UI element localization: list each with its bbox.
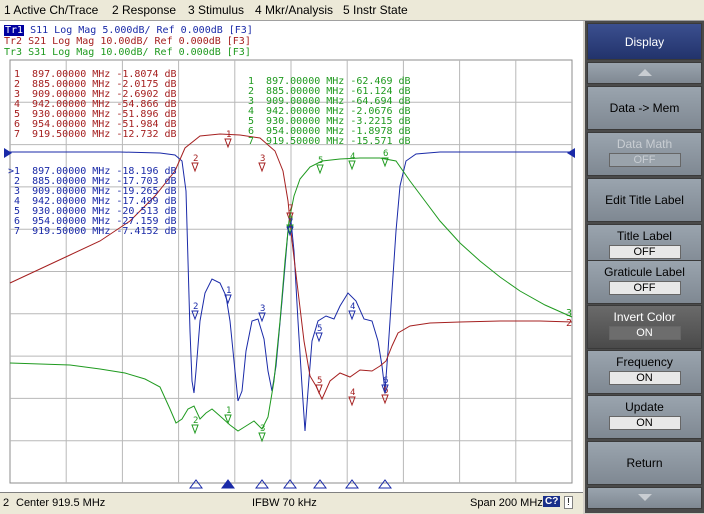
trace-marker-number: 6 [383, 149, 388, 159]
data-to-mem-button[interactable]: Data -> Mem [587, 86, 702, 130]
calibration-badge: C? [543, 496, 561, 507]
trace-marker-number: 2 [193, 154, 198, 164]
marker-table-tr1: >1 897.00000 MHz -18.196 dB 2 885.00000 … [8, 167, 177, 237]
trace-marker-number: 2 [193, 302, 198, 312]
menu-active-ch-trace[interactable]: 1 Active Ch/Trace [4, 3, 98, 17]
menu-response[interactable]: 2 Response [112, 3, 176, 17]
menu-bar: 1 Active Ch/Trace 2 Response 3 Stimulus … [0, 0, 704, 21]
marker-table-tr3: 1 897.00000 MHz -62.469 dB 2 885.00000 MH… [248, 77, 411, 147]
trace-marker-number: 4 [350, 388, 355, 398]
menu-mkr-analysis[interactable]: 4 Mkr/Analysis [255, 3, 333, 17]
return-button[interactable]: Return [587, 441, 702, 485]
update-toggle[interactable]: Update ON [587, 395, 702, 439]
softkey-menu-title: Display [587, 23, 702, 60]
trace-marker-number: 1 [226, 286, 231, 296]
marker-row-tr2: 7 919.50000 MHz -12.732 dB [14, 129, 177, 140]
trace-header-tr1[interactable]: Tr1 S11 Log Mag 5.000dB/ Ref 0.000dB [F3… [4, 25, 253, 36]
scroll-down-button[interactable] [587, 487, 702, 509]
scroll-up-button[interactable] [587, 62, 702, 84]
data-math-button[interactable]: Data Math OFF [587, 132, 702, 176]
channel-number: 2 [3, 497, 10, 509]
center-frequency[interactable]: Center 919.5 MHz [16, 497, 105, 509]
trace-display[interactable]: 123456712345671234567 Tr1 S11 Log Mag 5.… [0, 21, 583, 492]
edit-title-label-button[interactable]: Edit Title Label [587, 178, 702, 222]
trace-marker-number: 7 [288, 204, 293, 214]
trace-marker-number: 2 [193, 416, 198, 426]
trace-marker-number: 4 [350, 302, 355, 312]
trace-end-label-tr2: 2 [566, 318, 573, 329]
trace-marker-number: 1 [226, 130, 231, 140]
trace-marker-number: 5 [317, 376, 322, 386]
trace-header-tr3[interactable]: Tr3 S31 Log Mag 10.00dB/ Ref 0.000dB [F3… [4, 47, 251, 58]
graticule-label-toggle[interactable]: Graticule Label OFF [587, 260, 702, 304]
trace-marker-number: 4 [350, 152, 355, 162]
warning-indicator: ! [564, 496, 573, 509]
chevron-down-icon [637, 494, 652, 501]
invert-color-toggle[interactable]: Invert Color ON [587, 305, 702, 349]
trace-marker-number: 6 [383, 376, 388, 386]
span[interactable]: Span 200 MHz [470, 497, 543, 509]
menu-stimulus[interactable]: 3 Stimulus [188, 3, 244, 17]
chevron-up-icon [637, 69, 652, 76]
frequency-toggle[interactable]: Frequency ON [587, 350, 702, 394]
trace-header-tr2[interactable]: Tr2 S21 Log Mag 10.00dB/ Ref 0.000dB [F3… [4, 36, 251, 47]
trace-marker-number: 7 [288, 218, 293, 228]
trace-marker-number: 3 [260, 154, 265, 164]
trace-marker-number: 3 [260, 424, 265, 434]
marker-table-tr2: 1 897.00000 MHz -1.8074 dB 2 885.00000 MH… [14, 70, 177, 140]
trace-marker-number: 5 [318, 156, 323, 166]
marker-row-tr3: 7 919.50000 MHz -15.571 dB [248, 136, 411, 147]
status-bar: 2 Center 919.5 MHz IFBW 70 kHz Span 200 … [0, 492, 583, 514]
trace-marker-number: 5 [317, 324, 322, 334]
marker-row-tr1: 7 919.50000 MHz -7.4152 dB [8, 226, 177, 237]
trace-marker-number: 1 [226, 406, 231, 416]
trace-marker-number: 3 [260, 304, 265, 314]
ifbw[interactable]: IFBW 70 kHz [252, 497, 317, 509]
menu-instr-state[interactable]: 5 Instr State [343, 3, 408, 17]
softkey-panel: Display Data -> Mem Data Math OFF Edit Ti… [585, 21, 704, 513]
